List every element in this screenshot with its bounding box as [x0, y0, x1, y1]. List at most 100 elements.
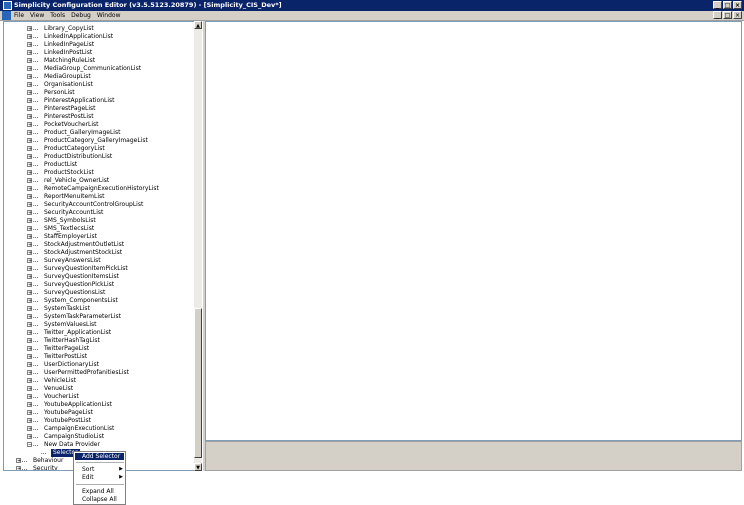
- expand-toggle-icon[interactable]: +: [27, 26, 32, 32]
- tree-item[interactable]: + SMS_SymbolsList: [4, 217, 194, 225]
- sort-menu-item[interactable]: Sort ▶: [75, 466, 124, 473]
- tree-item[interactable]: + VehicleList: [4, 377, 194, 385]
- expand-toggle-icon[interactable]: +: [27, 210, 32, 216]
- expand-toggle-icon[interactable]: +: [27, 250, 32, 256]
- expand-toggle-icon[interactable]: +: [27, 266, 32, 272]
- expand-toggle-icon[interactable]: +: [27, 410, 32, 416]
- expand-toggle-icon[interactable]: +: [27, 306, 32, 312]
- expand-toggle-icon[interactable]: +: [27, 138, 32, 144]
- expand-toggle-icon[interactable]: +: [27, 98, 32, 104]
- expand-toggle-icon[interactable]: +: [27, 66, 32, 72]
- menu-debug[interactable]: Debug: [71, 11, 91, 20]
- expand-toggle-icon[interactable]: +: [27, 226, 32, 232]
- collapse-all-menu-item[interactable]: Collapse All: [75, 496, 124, 503]
- expand-toggle-icon[interactable]: +: [16, 466, 21, 470]
- expand-toggle-icon[interactable]: +: [27, 298, 32, 304]
- expand-toggle-icon[interactable]: +: [27, 290, 32, 296]
- tree-item[interactable]: + ProductStockList: [4, 169, 194, 177]
- expand-toggle-icon[interactable]: +: [27, 74, 32, 80]
- scroll-down-button[interactable]: ▼: [194, 463, 202, 471]
- tree-item[interactable]: + LinkedInPostList: [4, 49, 194, 57]
- tree-item[interactable]: + SurveyQuestionPickList: [4, 281, 194, 289]
- tree-item[interactable]: + Twitter_ApplicationList: [4, 329, 194, 337]
- expand-all-menu-item[interactable]: Expand All: [75, 488, 124, 495]
- menu-file[interactable]: File: [14, 11, 24, 20]
- tree-item[interactable]: + MediaGroupList: [4, 73, 194, 81]
- scroll-thumb[interactable]: [194, 308, 202, 458]
- menu-tools[interactable]: Tools: [50, 11, 65, 20]
- expand-toggle-icon[interactable]: +: [27, 58, 32, 64]
- tree-item[interactable]: + SystemTaskParameterList: [4, 313, 194, 321]
- expand-toggle-icon[interactable]: +: [27, 322, 32, 328]
- expand-toggle-icon[interactable]: +: [27, 122, 32, 128]
- expand-toggle-icon[interactable]: +: [27, 146, 32, 152]
- tree-item[interactable]: + SMS_TextlecsList: [4, 225, 194, 233]
- child-close-button[interactable]: ×: [733, 11, 742, 19]
- app-menu-icon[interactable]: [2, 11, 11, 20]
- tree-item[interactable]: + ProductCategoryList: [4, 145, 194, 153]
- tree-item[interactable]: + MediaGroup_CommunicationList: [4, 65, 194, 73]
- menu-view[interactable]: View: [30, 11, 44, 20]
- tree-item[interactable]: + LinkedInPageList: [4, 41, 194, 49]
- tree-item[interactable]: + StockAdjustmentStockList: [4, 249, 194, 257]
- expand-toggle-icon[interactable]: +: [27, 218, 32, 224]
- tree-item[interactable]: + CampaignStudioList: [4, 433, 194, 441]
- tree-item[interactable]: + Library_CopyList: [4, 25, 194, 33]
- tree-item[interactable]: + StaffEmployerList: [4, 233, 194, 241]
- expand-toggle-icon[interactable]: +: [27, 154, 32, 160]
- tree-item[interactable]: + UserPermittedProfanitiesList: [4, 369, 194, 377]
- expand-toggle-icon[interactable]: +: [27, 418, 32, 424]
- expand-toggle-icon[interactable]: +: [27, 362, 32, 368]
- child-minimize-button[interactable]: _: [713, 11, 722, 19]
- tree-item[interactable]: + ProductCategory_GalleryImageList: [4, 137, 194, 145]
- tree-item[interactable]: + MatchingRuleList: [4, 57, 194, 65]
- tree-item[interactable]: + SurveyAnswersList: [4, 257, 194, 265]
- tree-item[interactable]: + CampaignExecutionList: [4, 425, 194, 433]
- scroll-up-button[interactable]: ▲: [194, 21, 202, 29]
- expand-toggle-icon[interactable]: +: [16, 458, 21, 464]
- tree-item[interactable]: + UserDictionaryList: [4, 361, 194, 369]
- tree-item[interactable]: + YoutubePageList: [4, 409, 194, 417]
- add-selector-menu-item[interactable]: Add Selector: [75, 453, 124, 460]
- tree-item[interactable]: + SecurityAccountList: [4, 209, 194, 217]
- expand-toggle-icon[interactable]: +: [27, 34, 32, 40]
- tree-item[interactable]: + SurveyQuestionItemPickList: [4, 265, 194, 273]
- expand-toggle-icon[interactable]: +: [27, 314, 32, 320]
- expand-toggle-icon[interactable]: +: [27, 282, 32, 288]
- tree-item[interactable]: + SurveyQuestionItemsList: [4, 273, 194, 281]
- expand-toggle-icon[interactable]: +: [27, 42, 32, 48]
- expand-toggle-icon[interactable]: +: [27, 426, 32, 432]
- tree-item[interactable]: + SystemValuesList: [4, 321, 194, 329]
- tree-item[interactable]: + ProductList: [4, 161, 194, 169]
- expand-toggle-icon[interactable]: +: [27, 386, 32, 392]
- tree-item[interactable]: + SurveyQuestionsList: [4, 289, 194, 297]
- tree-item[interactable]: + VenueList: [4, 385, 194, 393]
- expand-toggle-icon[interactable]: +: [27, 106, 32, 112]
- tree-item[interactable]: + RemoteCampaignExecutionHistoryList: [4, 185, 194, 193]
- close-button[interactable]: ×: [733, 1, 742, 9]
- edit-menu-item[interactable]: Edit ▶: [75, 474, 124, 481]
- expand-toggle-icon[interactable]: +: [27, 82, 32, 88]
- expand-toggle-icon[interactable]: +: [27, 330, 32, 336]
- tree-item[interactable]: + PinterestPageList: [4, 105, 194, 113]
- expand-toggle-icon[interactable]: +: [27, 258, 32, 264]
- maximize-button[interactable]: □: [723, 1, 732, 9]
- expand-toggle-icon[interactable]: +: [27, 370, 32, 376]
- child-restore-button[interactable]: □: [723, 11, 732, 19]
- expand-toggle-icon[interactable]: +: [27, 162, 32, 168]
- tree-item[interactable]: + SecurityAccountControlGroupList: [4, 201, 194, 209]
- expand-toggle-icon[interactable]: +: [27, 202, 32, 208]
- tree-item[interactable]: + PinterestPostList: [4, 113, 194, 121]
- tree-item[interactable]: + VoucherList: [4, 393, 194, 401]
- tree-item[interactable]: + PocketVoucherList: [4, 121, 194, 129]
- expand-toggle-icon[interactable]: +: [27, 242, 32, 248]
- tree-item[interactable]: + TwitterHashTagList: [4, 337, 194, 345]
- expand-toggle-icon[interactable]: +: [27, 402, 32, 408]
- expand-toggle-icon[interactable]: +: [27, 274, 32, 280]
- tree-item[interactable]: + PinterestApplicationList: [4, 97, 194, 105]
- expand-toggle-icon[interactable]: +: [27, 178, 32, 184]
- editor-area[interactable]: [205, 21, 742, 441]
- tree-item[interactable]: + Product_GalleryImageList: [4, 129, 194, 137]
- expand-toggle-icon[interactable]: +: [27, 194, 32, 200]
- expand-toggle-icon[interactable]: +: [27, 338, 32, 344]
